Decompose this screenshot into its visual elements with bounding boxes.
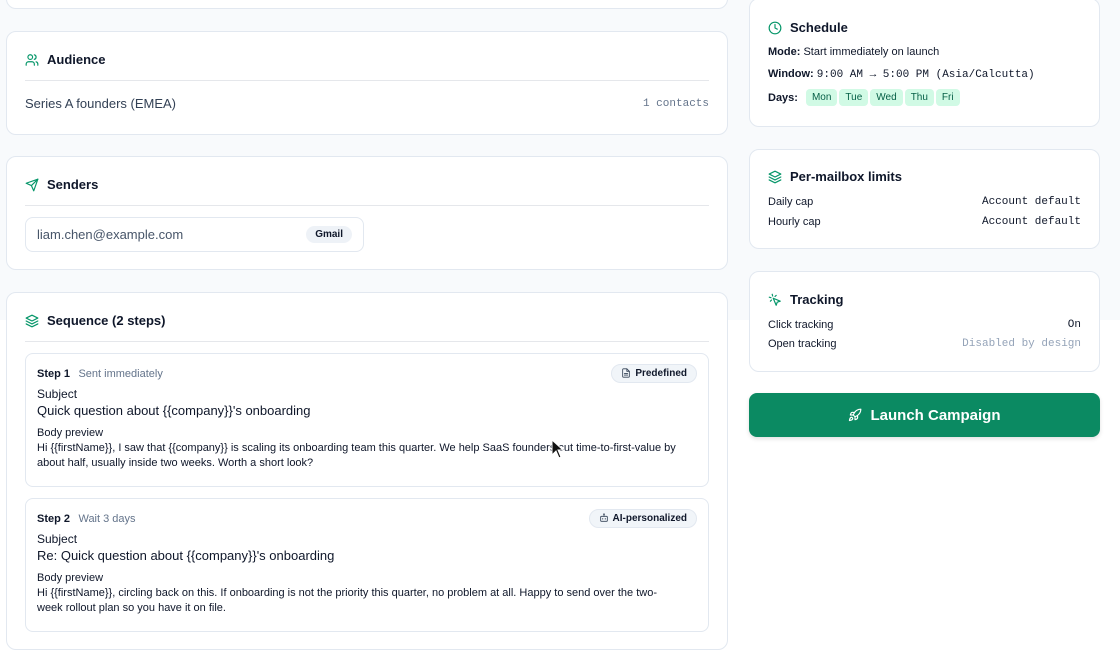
rocket-icon <box>848 408 862 422</box>
step-subject: Quick question about {{company}}'s onboa… <box>37 403 311 418</box>
step-timing: Wait 3 days <box>78 513 136 525</box>
document-icon <box>621 368 631 378</box>
provider-badge: Gmail <box>306 226 352 243</box>
limits-title: Per-mailbox limits <box>790 169 902 184</box>
send-icon <box>25 178 39 192</box>
layers-icon <box>768 170 782 184</box>
mouse-cursor-icon <box>551 439 565 459</box>
sequence-title: Sequence (2 steps) <box>47 313 166 328</box>
schedule-days: Days: Mon Tue Wed Thu Fri <box>768 89 1081 106</box>
open-tracking-value: Disabled by design <box>962 338 1081 350</box>
open-tracking-label: Open tracking <box>768 338 837 350</box>
step-timing: Sent immediately <box>78 368 163 380</box>
hourly-cap-row: Hourly cap Account default <box>768 216 1081 228</box>
window-label: Window: <box>768 68 814 80</box>
limits-header: Per-mailbox limits <box>768 169 902 184</box>
layers-icon <box>25 314 39 328</box>
sender-chip[interactable]: liam.chen@example.com Gmail <box>25 217 364 252</box>
audience-title: Audience <box>47 52 106 67</box>
schedule-title: Schedule <box>790 20 848 35</box>
body-preview: Hi {{firstName}}, I saw that {{company}}… <box>37 442 676 469</box>
schedule-mode: Mode: Start immediately on launch <box>768 46 1081 58</box>
predefined-badge: Predefined <box>611 363 697 383</box>
subject-label: Subject <box>37 387 78 401</box>
audience-header: Audience <box>25 52 106 67</box>
ai-personalized-badge: AI-personalized <box>588 508 697 528</box>
audience-card: Audience Series A founders (EMEA) 1 cont… <box>6 31 728 135</box>
click-tracking-label: Click tracking <box>768 319 834 331</box>
day-chip: Fri <box>935 89 960 106</box>
subject-label: Subject <box>37 532 78 546</box>
limits-card: Per-mailbox limits Daily cap Account def… <box>749 149 1100 249</box>
senders-header: Senders <box>25 177 98 192</box>
body-preview: Hi {{firstName}}, circling back on this.… <box>37 587 657 614</box>
sequence-card: Sequence (2 steps) Step 1 Sent immediate… <box>6 292 728 650</box>
body-label: Body preview <box>37 572 104 584</box>
day-chip: Mon <box>805 89 838 106</box>
badge-label: AI-personalized <box>612 512 687 524</box>
previous-card <box>6 0 728 9</box>
step-label: Step 1 <box>37 368 71 380</box>
tracking-card: Tracking Click tracking On Open tracking… <box>749 271 1100 372</box>
divider <box>25 205 709 206</box>
schedule-window: Window: 9:00 AM → 5:00 PM (Asia/Calcutta… <box>768 68 1081 81</box>
schedule-card: Schedule Mode: Start immediately on laun… <box>749 0 1100 127</box>
divider <box>25 80 709 81</box>
users-icon <box>25 53 39 67</box>
senders-card: Senders liam.chen@example.com Gmail <box>6 156 728 270</box>
schedule-header: Schedule <box>768 20 848 35</box>
pointer-click-icon <box>768 293 782 307</box>
divider <box>25 341 709 342</box>
step-label: Step 2 <box>37 513 71 525</box>
mode-value: Start immediately on launch <box>803 46 940 58</box>
audience-row: Series A founders (EMEA) 1 contacts <box>25 96 709 111</box>
day-chip: Wed <box>870 89 903 106</box>
body-label: Body preview <box>37 427 104 439</box>
contact-count: 1 contacts <box>642 97 709 110</box>
sequence-header: Sequence (2 steps) <box>25 313 166 328</box>
clock-icon <box>768 21 782 35</box>
sender-email: liam.chen@example.com <box>37 227 184 242</box>
step-subject: Re: Quick question about {{company}}'s o… <box>37 548 335 563</box>
mode-label: Mode: <box>768 46 801 58</box>
bot-icon <box>599 513 609 523</box>
sequence-step[interactable]: Step 1 Sent immediately Predefined Subje… <box>25 353 709 487</box>
day-chip: Tue <box>839 89 869 106</box>
click-tracking-row: Click tracking On <box>768 319 1081 331</box>
days-label: Days: <box>768 91 798 104</box>
open-tracking-row: Open tracking Disabled by design <box>768 338 1081 350</box>
badge-label: Predefined <box>635 367 687 379</box>
daily-cap-row: Daily cap Account default <box>768 196 1081 208</box>
daily-cap-value: Account default <box>981 196 1081 208</box>
window-value: 9:00 AM → 5:00 PM (Asia/Calcutta) <box>816 69 1035 81</box>
day-chip: Thu <box>904 89 934 106</box>
audience-segment: Series A founders (EMEA) <box>25 96 177 111</box>
daily-cap-label: Daily cap <box>768 196 814 208</box>
tracking-header: Tracking <box>768 292 843 307</box>
sequence-step[interactable]: Step 2 Wait 3 days AI-personalized Subje… <box>25 498 709 632</box>
click-tracking-value: On <box>1067 319 1081 331</box>
hourly-cap-value: Account default <box>981 216 1081 228</box>
senders-title: Senders <box>47 177 99 192</box>
hourly-cap-label: Hourly cap <box>768 216 821 228</box>
launch-campaign-button[interactable]: Launch Campaign <box>749 393 1100 437</box>
tracking-title: Tracking <box>790 292 844 307</box>
launch-label: Launch Campaign <box>870 406 1001 424</box>
